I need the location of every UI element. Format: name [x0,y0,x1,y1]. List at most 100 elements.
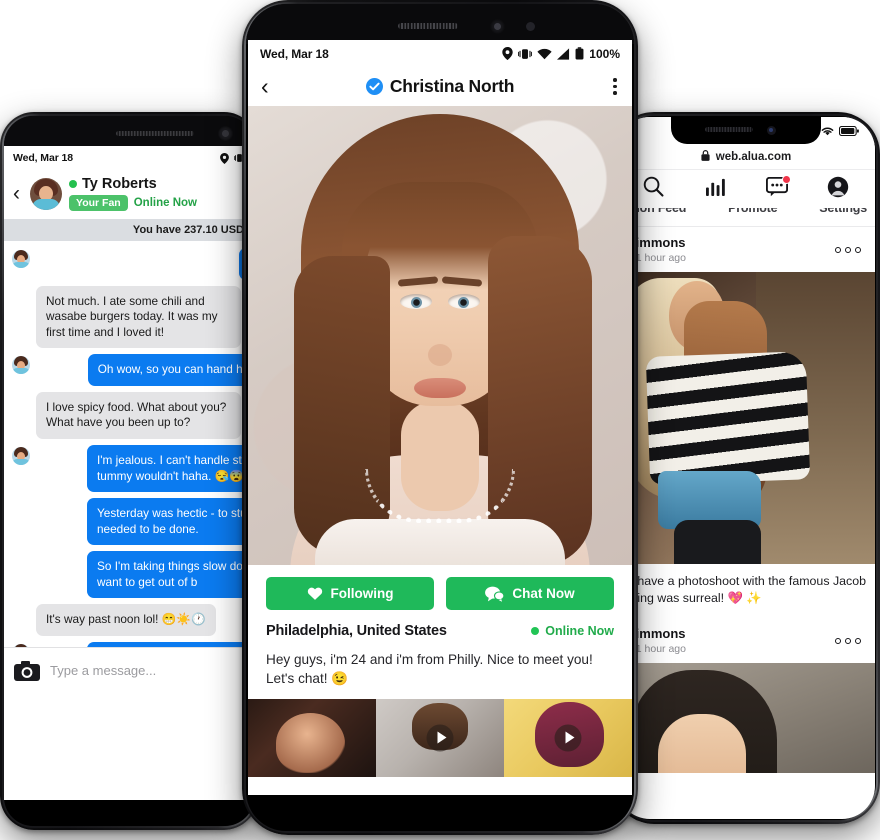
center-status-bar: Wed, Mar 18 100% [248,40,632,67]
earpiece-speaker [398,23,458,29]
play-icon[interactable] [426,724,454,752]
center-phone-screen: Wed, Mar 18 100% ‹ Christina North Follo… [248,40,632,795]
message-bubble-outgoing: I'm jealous. I can't handle stuff, my tu… [87,444,254,493]
nav-stats-button[interactable] [695,174,735,204]
heart-icon [307,586,323,601]
more-options-icon[interactable] [835,246,861,253]
balance-banner: You have 237.10 USD [4,219,254,241]
left-chat-header: ‹ Ty Roberts Your Fan Online Now [4,170,254,219]
front-camera [490,19,505,34]
profile-bio: Hey guys, i'm 24 and i'm from Philly. Ni… [266,652,593,687]
browser-url-bar[interactable]: web.alua.com [617,144,875,170]
online-dot-icon [531,627,540,635]
message-bubble-incoming: It's way past noon lol! 😁☀️🕐 [36,604,216,636]
message-composer[interactable]: Type a message... [4,647,254,693]
message-row: Oh wow, so you can hand heat eh? [4,351,254,389]
contact-avatar[interactable] [30,177,62,210]
message-row: I love spicy food. What about you? What … [4,389,254,442]
status-icons: 100% [502,47,620,61]
post-image[interactable] [617,272,875,564]
battery-percentage: 100% [589,46,620,61]
more-options-icon[interactable] [835,637,861,644]
play-icon[interactable] [554,724,582,752]
sender-avatar [12,356,30,375]
verified-badge-icon [365,78,383,95]
online-dot-icon [69,180,77,188]
section-tabs[interactable]: ption Feed Promote Settings [617,208,875,227]
proximity-sensor [526,22,535,31]
profile-header: ‹ Christina North [248,67,632,106]
tab-promote[interactable]: Promote [728,208,778,215]
media-thumbnail[interactable] [376,698,504,777]
media-thumbnail[interactable] [248,698,376,777]
front-camera [767,126,776,135]
back-button[interactable]: ‹ [10,183,23,204]
message-input[interactable]: Type a message... [50,663,156,678]
message-bubble-outgoing: Oh wow, so you can hand heat eh? [87,354,254,386]
wifi-icon [537,48,552,60]
profile-avatar-icon [827,176,849,203]
wifi-icon [821,123,834,141]
caption-line-1: o have a photoshoot with the famous Jaco… [627,574,867,588]
profile-name: Christina North [389,76,515,96]
nav-profile-button[interactable] [818,174,858,204]
phone-bezel-top [4,116,254,150]
fan-badge: Your Fan [69,195,128,211]
profile-action-buttons: Following Chat Now [266,577,614,610]
message-bubble-outgoing: Yesterday was hectic - to stuff needed t… [87,498,254,546]
online-label: Online Now [545,624,614,638]
message-row: It's way past noon lol! 😁☀️🕐 [4,601,254,639]
profile-hero-photo[interactable] [248,106,632,565]
nav-search-button[interactable] [634,174,674,204]
kebab-menu-icon[interactable] [611,74,619,99]
left-phone-screen: Wed, Mar 18 ‹ Ty Roberts Your Fan Online… [4,146,254,800]
left-status-bar: Wed, Mar 18 [4,146,254,170]
message-row: Yesterday was hectic - to stuff needed t… [4,495,254,548]
post-image[interactable] [617,663,875,774]
vibrate-icon [518,48,533,60]
chat-bubble-icon [485,586,505,602]
profile-info-panel: Following Chat Now Philadelphia, United … [248,565,632,699]
following-button[interactable]: Following [266,577,434,610]
profile-title-group: Christina North [365,76,515,97]
chat-now-label: Chat Now [512,586,575,601]
media-thumbnail[interactable] [504,698,632,777]
following-label: Following [330,586,394,601]
lock-icon [701,148,710,166]
message-bubble-incoming: I love spicy food. What about you? What … [36,391,241,439]
status-badge: Online Now [531,624,614,638]
earpiece-speaker [705,127,753,132]
chat-now-button[interactable]: Chat Now [446,577,614,610]
phone-bezel-top [246,4,634,44]
tab-settings[interactable]: Settings [819,208,867,215]
message-bubble-incoming: Not much. I ate some chili and wasabe bu… [36,285,241,349]
online-status-label: Online Now [133,197,197,209]
post-header: Simmons d 1 hour ago [617,227,875,272]
contact-info: Ty Roberts Your Fan Online Now [69,176,197,211]
message-thread[interactable]: Hey, s Not much. I ate some chili and wa… [4,241,254,693]
camera-icon[interactable] [14,660,40,681]
profile-meta-row: Philadelphia, United States Online Now [266,623,614,639]
cellular-signal-icon [557,47,570,60]
message-bubble-outgoing: So I'm taking things slow don't want to … [87,551,254,599]
stats-icon [705,177,725,201]
status-date: Wed, Mar 18 [13,152,73,164]
profile-media-strip [248,698,632,777]
right-phone-screen: web.alua.com ption Feed Promote Settings… [617,117,875,819]
status-date: Wed, Mar 18 [260,46,329,61]
back-button[interactable]: ‹ [261,75,269,98]
message-row: I'm jealous. I can't handle stuff, my tu… [4,442,254,495]
message-row: Not much. I ate some chili and wasabe bu… [4,283,254,352]
contact-name: Ty Roberts [82,176,157,192]
profile-location: Philadelphia, United States [266,623,447,639]
right-phone-device: web.alua.com ption Feed Promote Settings… [612,112,880,824]
battery-icon [838,123,859,141]
notification-badge [781,175,791,184]
location-pin-icon [502,47,513,60]
front-camera [218,126,233,141]
url-text: web.alua.com [715,150,792,163]
center-phone-device: Wed, Mar 18 100% ‹ Christina North Follo… [242,0,638,835]
earpiece-speaker [116,131,194,136]
nav-messages-button[interactable] [757,174,797,204]
sender-avatar [12,446,30,465]
